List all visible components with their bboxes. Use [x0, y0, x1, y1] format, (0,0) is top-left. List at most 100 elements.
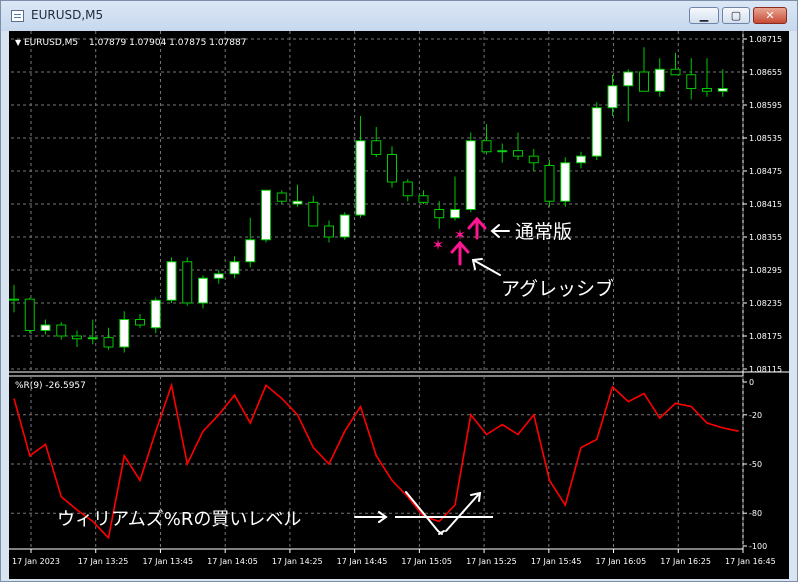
candle	[261, 189, 271, 243]
candle	[639, 47, 649, 92]
candle	[308, 195, 319, 227]
candle-body	[560, 162, 571, 202]
close-icon: ✕	[765, 9, 775, 22]
time-axis-label: 17 Jan 15:45	[531, 557, 582, 566]
candle-body	[229, 261, 240, 275]
candle	[355, 116, 366, 218]
chart-canvas[interactable]: 1.08715 1.08655 1.08595 1.08535 1.08475 1.084…	[9, 31, 789, 579]
candle-body	[103, 337, 114, 348]
minimize-icon: ▁	[699, 9, 709, 22]
wpr-axis-label: -80	[749, 509, 762, 518]
chart-window-icon	[11, 10, 24, 22]
wpr-axis-label: -20	[749, 411, 762, 420]
candle-body	[292, 200, 303, 205]
candle-body	[639, 71, 649, 92]
wpr-axis-label: -50	[749, 460, 762, 469]
candle-body	[72, 335, 82, 340]
price-axis-label: 1.08115	[749, 365, 782, 374]
candle	[623, 69, 634, 122]
candle-body	[450, 209, 460, 219]
candle	[450, 176, 460, 221]
candle	[560, 157, 571, 207]
price-axis-label: 1.08415	[749, 200, 782, 209]
chart-area[interactable]: 1.08715 1.08655 1.08595 1.08535 1.08475 1.084…	[9, 31, 789, 579]
candle-body	[371, 140, 382, 155]
title-bar[interactable]: EURUSD,M5 ▁ ▢ ✕	[1, 1, 797, 31]
candle	[402, 179, 413, 202]
candle-body	[339, 214, 350, 238]
candle-body	[387, 154, 397, 183]
candle-body	[135, 319, 145, 326]
candle	[576, 151, 586, 169]
candle	[465, 132, 476, 213]
candle-body	[308, 201, 319, 227]
maximize-icon: ▢	[730, 9, 742, 22]
candle-body	[402, 181, 413, 197]
candle	[135, 314, 145, 328]
candle-body	[544, 165, 555, 202]
candle	[229, 256, 240, 279]
price-axis-label: 1.08475	[749, 167, 782, 176]
candle-body	[324, 225, 334, 238]
candle-body	[702, 88, 712, 92]
time-axis-label: 17 Jan 2023	[12, 557, 60, 566]
price-axis-label: 1.08655	[749, 68, 782, 77]
candle-body	[513, 150, 523, 157]
candle-body	[166, 261, 177, 301]
price-axis-label: 1.08715	[749, 35, 782, 44]
candle	[103, 327, 114, 350]
candle	[72, 330, 82, 347]
candle	[544, 160, 555, 207]
wpr-indicator-label: %R(9) -26.5957	[15, 381, 86, 391]
close-button[interactable]: ✕	[753, 7, 787, 24]
candle-body	[119, 319, 130, 348]
wpr-axis-label: -100	[749, 542, 767, 551]
wpr-buy-level-label: ウィリアムズ%Rの買いレベル	[57, 509, 301, 530]
candle-body	[150, 299, 161, 329]
candle	[339, 212, 350, 240]
candle-body	[213, 273, 224, 279]
candle	[292, 184, 303, 207]
candle	[245, 217, 256, 268]
normal-version-label: 通常版	[515, 221, 572, 243]
time-axis-label: 17 Jan 15:25	[466, 557, 517, 566]
candle	[497, 143, 508, 163]
candle	[528, 149, 539, 171]
candle-body	[418, 195, 429, 203]
chart-menu-arrow-icon[interactable]: ▼	[15, 38, 22, 47]
candle	[717, 69, 728, 97]
price-axis-label: 1.08595	[749, 101, 782, 110]
ohlc-values: 1.07879 1.07904 1.07875 1.07887	[89, 38, 246, 48]
normal-signal-arrow-icon	[467, 216, 487, 240]
minimize-button[interactable]: ▁	[689, 7, 719, 24]
candle-body	[528, 155, 539, 164]
candle-body	[355, 140, 366, 216]
candle	[591, 102, 602, 160]
candle	[166, 257, 177, 303]
candle	[40, 319, 51, 335]
chart-window: EURUSD,M5 ▁ ▢ ✕ 1.08715 1.08655 1.08595 1.0…	[0, 0, 798, 582]
candle-body	[182, 261, 193, 304]
candle	[198, 275, 208, 309]
candle-body	[40, 324, 51, 331]
candle	[150, 297, 161, 334]
candle-body	[591, 107, 602, 157]
candle	[434, 201, 445, 229]
candle	[182, 257, 193, 306]
wpr-axis-label: 0	[749, 378, 754, 387]
candle	[702, 58, 712, 97]
candle-body	[245, 239, 256, 263]
candle-body	[623, 71, 634, 87]
candle	[607, 74, 618, 116]
candle-body	[654, 68, 665, 92]
aggressive-signal-arrow-icon	[450, 240, 470, 266]
candle-body	[276, 192, 287, 202]
candle-body	[87, 337, 98, 340]
symbol-label: EURUSD,M5	[24, 38, 78, 48]
candle	[513, 132, 523, 160]
time-axis-label: 17 Jan 16:05	[596, 557, 647, 566]
candle-body	[198, 277, 208, 304]
time-axis-label: 17 Jan 13:25	[78, 557, 129, 566]
maximize-button[interactable]: ▢	[722, 7, 750, 24]
candle-body	[9, 298, 19, 301]
